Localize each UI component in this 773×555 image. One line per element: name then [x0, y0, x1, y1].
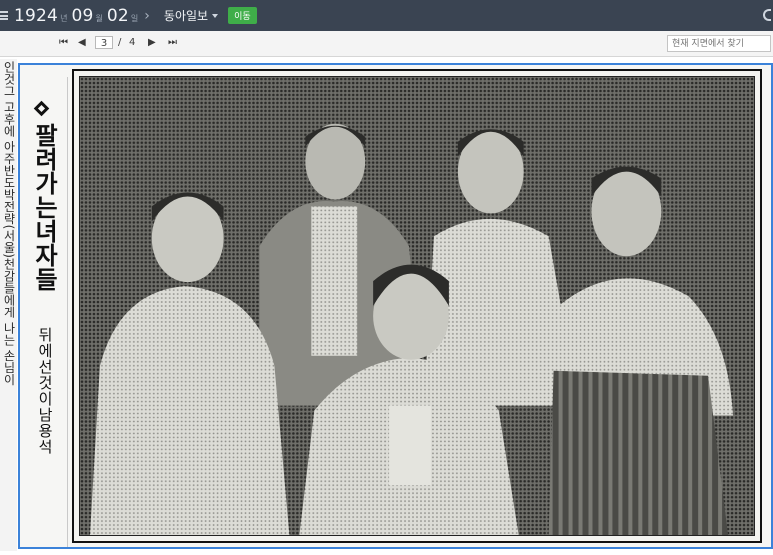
year-unit-label: 년 [60, 14, 68, 23]
panel-toggle-icon[interactable] [763, 9, 771, 21]
month-selector[interactable]: 09 [71, 6, 93, 26]
headline-column: 팔려가는녀자들 뒤에선것이남용석 [24, 77, 68, 547]
day-unit-label: 일 [130, 14, 139, 23]
diamond-bullet-icon [33, 100, 50, 117]
date-navigation-bar: 1924 년 09 월 02 일 › 동아일보 이동 [0, 0, 773, 31]
selected-article[interactable]: 팔려가는녀자들 뒤에선것이남용석 [18, 63, 773, 549]
page-number-input[interactable]: 3 [95, 36, 113, 49]
previous-page-icon[interactable]: ◀ [78, 37, 86, 49]
article-caption: 뒤에선것이남용석 [36, 327, 54, 455]
adjacent-article-column[interactable]: 인것그 고후에 아주반도박전략(서울)천감들에게 나는 손님이 [0, 59, 17, 551]
day-selector[interactable]: 02 [107, 6, 129, 26]
month-unit-label: 월 [95, 14, 103, 23]
newspaper-viewer[interactable]: 인것그 고후에 아주반도박전략(서울)천감들에게 나는 손님이 팔려가는녀자들 … [0, 57, 773, 555]
article-headline: 팔려가는녀자들 [30, 123, 58, 291]
first-page-icon[interactable]: ⏮ [59, 37, 68, 49]
menu-icon[interactable] [0, 11, 8, 20]
group-portrait-photo [79, 76, 755, 536]
photo-frame [72, 69, 762, 543]
go-button[interactable]: 이동 [228, 7, 257, 24]
newspaper-dropdown[interactable]: 동아일보 [163, 7, 219, 24]
chevron-right-icon: › [144, 7, 150, 24]
page-separator: / [118, 37, 122, 48]
total-pages: 4 [129, 37, 136, 48]
newspaper-name: 동아일보 [163, 9, 209, 23]
year-selector[interactable]: 1924 [14, 6, 58, 26]
caret-down-icon [212, 13, 219, 18]
page-navigation-bar: ⏮ ◀ 3 / 4 ▶ ⏭ [0, 31, 773, 57]
adjacent-article-text: 인것그 고후에 아주반도박전략(서울)천감들에게 나는 손님이 [2, 61, 16, 386]
page-search-input[interactable] [667, 35, 771, 52]
next-page-icon[interactable]: ▶ [148, 37, 156, 49]
last-page-icon[interactable]: ⏭ [168, 37, 177, 49]
